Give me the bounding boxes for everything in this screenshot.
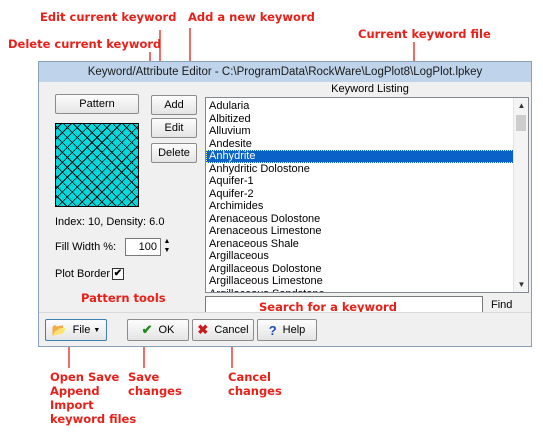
title-bar: Keyword/Attribute Editor - C:\ProgramDat… [39, 62, 531, 82]
cancel-button[interactable]: ✖ Cancel [192, 319, 254, 341]
fill-width-input[interactable]: 100 [125, 238, 161, 256]
scroll-down-icon[interactable]: ▼ [514, 277, 528, 292]
fill-width-label: Fill Width %: [55, 241, 117, 253]
annotation-add-new: Add a new keyword [188, 10, 315, 24]
keyword-list-item[interactable]: Arenaceous Limestone [206, 225, 514, 238]
check-icon: ✔ [141, 322, 153, 337]
bottom-button-bar: 📂 File ▼ ✔ OK ✖ Cancel ? Help [39, 312, 531, 346]
folder-open-icon: 📂 [51, 323, 67, 337]
help-button-label: Help [282, 324, 306, 336]
keyword-list-item[interactable]: Argillaceous [206, 250, 514, 263]
keyword-list-item[interactable]: Alluvium [206, 125, 514, 138]
pattern-button[interactable]: Pattern [55, 94, 139, 114]
cancel-button-label: Cancel [214, 324, 249, 336]
keyword-list-item[interactable]: Aquifer-1 [206, 175, 514, 188]
plot-border-label: Plot Border [55, 268, 111, 280]
annotation-cancel-changes: Cancel changes [228, 370, 282, 398]
keyword-listing-header: Keyword Listing [331, 83, 409, 95]
keyword-list-scrollbar[interactable]: ▲ ▼ [513, 98, 528, 292]
delete-keyword-button[interactable]: Delete [151, 143, 197, 163]
edit-keyword-button[interactable]: Edit [151, 118, 197, 138]
fill-width-spinner[interactable]: ▲ ▼ [163, 237, 171, 257]
scroll-up-icon[interactable]: ▲ [514, 98, 528, 113]
ok-button-label: OK [158, 324, 175, 336]
keyword-list-item[interactable]: Argillaceous Sandstone [206, 288, 514, 293]
file-menu-button[interactable]: 📂 File ▼ [45, 319, 107, 341]
keyword-list-item[interactable]: Anhydrite [206, 150, 514, 163]
keyword-list-item[interactable]: Arenaceous Shale [206, 238, 514, 251]
keyword-list-item[interactable]: Andesite [206, 138, 514, 151]
spin-up-icon[interactable]: ▲ [163, 237, 171, 246]
annotation-save-changes: Save changes [128, 370, 182, 398]
plot-border-checkbox[interactable]: ✔ [112, 268, 124, 280]
window-title: Keyword/Attribute Editor - C:\ProgramDat… [87, 66, 483, 78]
help-button[interactable]: ? Help [257, 319, 317, 341]
annotation-current-keyword: current keyword [362, 162, 469, 176]
keyword-listbox[interactable]: Adularia Albitized Alluvium Andesite Anhydri… [205, 97, 529, 293]
index-density-label: Index: 10, Density: 6.0 [55, 216, 165, 228]
dialog-body: Pattern Index: 10, Density: 6.0 Fill Wid… [45, 83, 529, 316]
annotation-keyword-file: Current keyword file [358, 27, 491, 41]
keyword-list-item[interactable]: Albitized [206, 113, 514, 126]
help-icon: ? [268, 322, 277, 338]
find-label: Find [491, 299, 513, 311]
keyword-list-item[interactable]: Argillaceous Dolostone [206, 263, 514, 276]
scroll-thumb[interactable] [516, 115, 526, 131]
chevron-down-icon: ▼ [93, 326, 101, 334]
x-icon: ✖ [197, 322, 209, 337]
keyword-list-item[interactable]: Aquifer-2 [206, 188, 514, 201]
annotation-file-ops: Open Save Append Import keyword files [50, 370, 137, 426]
keyword-list-item[interactable]: Arenaceous Dolostone [206, 213, 514, 226]
ok-button[interactable]: ✔ OK [127, 319, 189, 341]
keyword-editor-window: Keyword/Attribute Editor - C:\ProgramDat… [38, 61, 532, 347]
keyword-list-item[interactable]: Adularia [206, 100, 514, 113]
pattern-preview[interactable] [55, 123, 139, 207]
keyword-list-item[interactable]: Archimides [206, 200, 514, 213]
annotation-delete-current: Delete current keyword [8, 37, 162, 51]
annotation-edit-current: Edit current keyword [40, 10, 177, 24]
spin-down-icon[interactable]: ▼ [163, 246, 171, 255]
keyword-list: Adularia Albitized Alluvium Andesite Anhydri… [206, 100, 514, 293]
add-keyword-button[interactable]: Add [151, 95, 197, 115]
annotation-pattern-tools: Pattern tools [81, 291, 166, 305]
file-button-label: File [72, 324, 91, 336]
keyword-list-item[interactable]: Argillaceous Limestone [206, 275, 514, 288]
